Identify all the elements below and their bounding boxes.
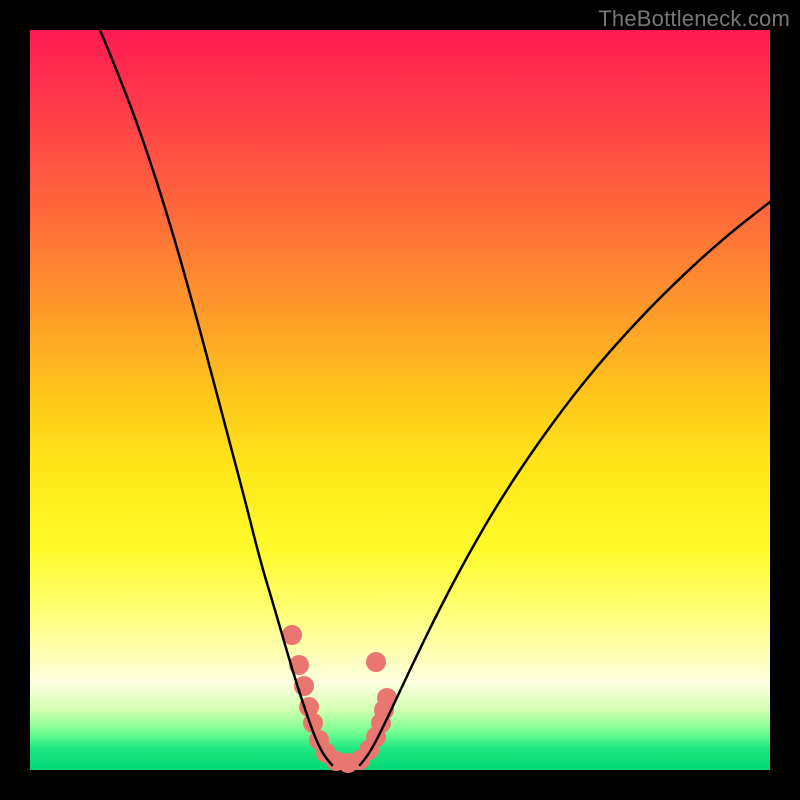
curve-right-branch: [360, 202, 770, 765]
curve-left-branch: [100, 30, 332, 765]
data-marker: [366, 652, 386, 672]
chart-svg: [30, 30, 770, 770]
marker-group: [282, 625, 397, 773]
watermark-text: TheBottleneck.com: [598, 6, 790, 32]
